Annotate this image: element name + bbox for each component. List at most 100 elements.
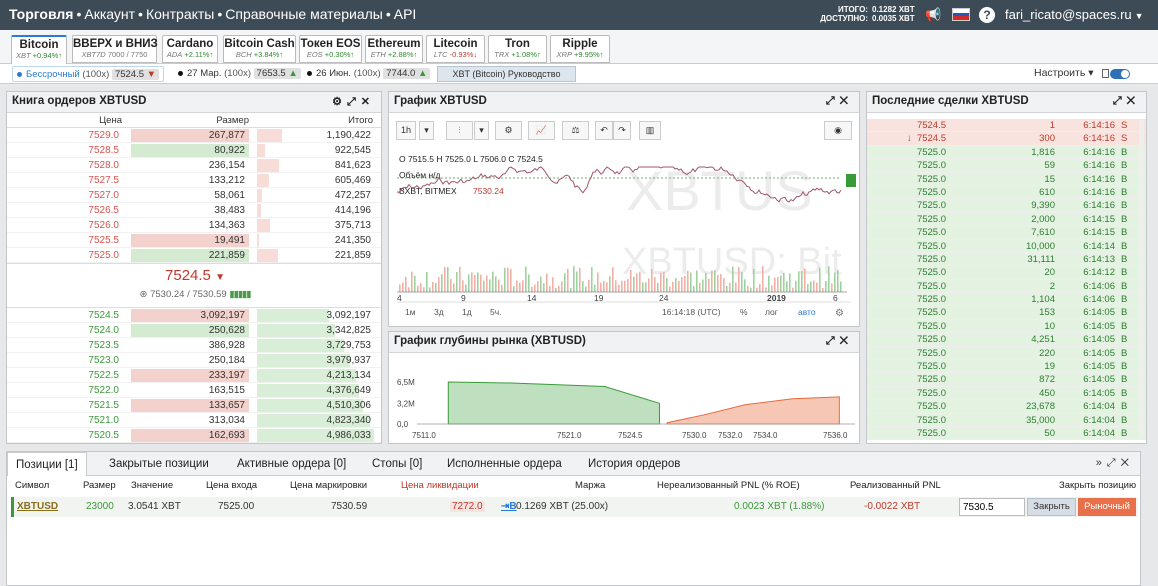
close-price-input[interactable] — [959, 498, 1025, 516]
market-close-button[interactable]: Рыночный — [1078, 498, 1136, 516]
panel-controls[interactable]: ⚙⤢✕ — [332, 95, 375, 109]
instrument-tab[interactable]: Cardano ADA +2.11%↑ — [162, 35, 218, 63]
contract-tab[interactable]: 27 Мар. (100x) 7653.5 ▲ — [174, 66, 305, 82]
instrument-change: XRP +9.95%↑ — [551, 50, 609, 59]
bid-row[interactable]: 7524.0 250,628 3,342,825 — [7, 323, 381, 338]
bid-row[interactable]: 7522.5 233,197 4,213,134 — [7, 368, 381, 383]
positions-col[interactable]: Реализованный PNL — [850, 480, 941, 491]
range-button[interactable]: 1м — [405, 307, 416, 317]
instrument-tab[interactable]: Bitcoin XBT +0.94%↑ — [11, 35, 67, 64]
bid-row[interactable]: 7520.5 162,693 4,986,033 — [7, 428, 381, 443]
positions-col[interactable]: Цена ликвидации — [401, 480, 479, 491]
opt-percent[interactable]: % — [740, 307, 748, 317]
ob-size: 221,859 — [208, 250, 245, 261]
positions-col[interactable]: Символ — [15, 480, 49, 491]
ask-row[interactable]: 7526.0 134,363 375,713 — [7, 218, 381, 233]
instrument-tab[interactable]: Bitcoin Cash BCH +3.84%↑ — [223, 35, 296, 63]
trade-side: B — [1121, 240, 1128, 252]
positions-tab[interactable]: История ордеров — [588, 452, 680, 476]
positions-col[interactable]: Размер — [83, 480, 116, 491]
position-symbol[interactable]: XBTUSD — [17, 501, 58, 512]
positions-tab[interactable]: Активные ордера [0] — [237, 452, 346, 476]
positions-tab[interactable]: Закрытые позиции — [109, 452, 209, 476]
megaphone-icon[interactable]: 📢 — [925, 7, 941, 23]
ask-row[interactable]: 7527.5 133,212 605,469 — [7, 173, 381, 188]
positions-col[interactable]: Нереализованный PNL (% ROE) — [657, 480, 800, 491]
panel-controls[interactable]: »⤢✕ — [1096, 457, 1134, 470]
panel-controls[interactable]: ⤢✕ — [1113, 95, 1140, 108]
instrument-tab[interactable]: Litecoin LTC -0.93%↓ — [426, 35, 485, 63]
nav-api[interactable]: API — [394, 6, 417, 22]
instrument-tab[interactable]: Токен EOS EOS +0.30%↑ — [299, 35, 362, 63]
range-buttons[interactable]: 1м 3д 1д 5ч. — [405, 307, 502, 317]
bid-row[interactable]: 7521.0 313,034 4,823,340 — [7, 413, 381, 428]
trade-row: 7525.0 23,678 6:14:04 B — [867, 400, 1146, 414]
positions-col[interactable]: Цена маркировки — [290, 480, 367, 491]
positions-col[interactable]: Цена входа — [206, 480, 257, 491]
nav-trade[interactable]: Торговля — [9, 6, 73, 22]
trade-time: 6:14:14 — [1083, 240, 1115, 252]
gear-icon[interactable]: ⚙ — [835, 308, 844, 319]
trade-row: 7525.0 9,390 6:14:16 B — [867, 199, 1146, 213]
ob-total: 375,713 — [334, 220, 371, 231]
help-icon[interactable]: ? — [979, 7, 995, 23]
ask-row[interactable]: 7527.0 58,061 472,257 — [7, 188, 381, 203]
ask-row[interactable]: 7529.0 267,877 1,190,422 — [7, 128, 381, 143]
positions-tab[interactable]: Позиции [1] — [7, 452, 87, 476]
opt-log[interactable]: лог — [765, 307, 778, 317]
instrument-tab[interactable]: Ethereum ETH +2.88%↑ — [365, 35, 423, 63]
ask-row[interactable]: 7528.0 236,154 841,623 — [7, 158, 381, 173]
trade-time: 6:14:05 — [1083, 320, 1115, 332]
instrument-symbol: XBT7D — [81, 50, 106, 59]
ask-row[interactable]: 7525.0 221,859 221,859 — [7, 248, 381, 263]
contract-name: 26 Июн. — [316, 68, 352, 79]
customize-menu[interactable]: Настроить ▾ — [1034, 67, 1094, 79]
range-button[interactable]: 5ч. — [490, 307, 502, 317]
margin-edit-icon[interactable]: ⇥B — [501, 501, 517, 512]
nav-sep: • — [217, 6, 223, 22]
trades-title: Последние сделки XBTUSD — [872, 95, 1029, 107]
bid-row[interactable]: 7523.0 250,184 3,979,937 — [7, 353, 381, 368]
guide-button[interactable]: XBT (Bitcoin) Руководство — [437, 66, 576, 82]
instrument-tab[interactable]: Ripple XRP +9.95%↑ — [550, 35, 610, 63]
volume-bar — [780, 275, 782, 292]
close-button[interactable]: Закрыть — [1027, 498, 1076, 516]
theme-toggle[interactable] — [1110, 69, 1130, 79]
volume-bar — [825, 281, 827, 292]
positions-tab[interactable]: Исполненные ордера — [447, 452, 562, 476]
volume-bar — [615, 280, 617, 292]
nav-account[interactable]: Аккаунт — [84, 6, 135, 22]
opt-auto[interactable]: авто — [798, 307, 816, 317]
price-chart-svg[interactable]: XBTUS XBTUSD: Bit O 7515.5 H 7525.0 L 75… — [389, 92, 861, 328]
positions-tab[interactable]: Стопы [0] — [372, 452, 422, 476]
bid-row[interactable]: 7524.5 3,092,197 3,092,197 — [7, 308, 381, 323]
range-button[interactable]: 3д — [434, 307, 444, 317]
bid-row[interactable]: 7523.5 386,928 3,729,753 — [7, 338, 381, 353]
instrument-tab[interactable]: Tron TRX +1.08%↑ — [488, 35, 547, 63]
depth-chart-svg[interactable]: 6,5M 3,2M 0,0 7511.0 7521.0 7524.5 7530.0 7532… — [389, 332, 861, 445]
contract-tab[interactable]: Бессрочный (100x) 7524.5 ▼ — [12, 66, 165, 82]
ob-size: 133,657 — [208, 400, 245, 411]
ask-row[interactable]: 7526.5 38,483 414,196 — [7, 203, 381, 218]
trade-price: 7525.0 — [916, 160, 946, 172]
user-menu[interactable]: fari_ricato@spaces.ru ▼ — [1005, 7, 1144, 22]
instrument-tab[interactable]: ВВЕРХ и ВНИЗ XBT7D 7000 / 7750 — [72, 35, 158, 63]
bid-row[interactable]: 7522.0 163,515 4,376,649 — [7, 383, 381, 398]
language-flag-icon[interactable] — [952, 8, 970, 21]
volume-bar — [675, 278, 677, 292]
range-button[interactable]: 1д — [462, 307, 472, 317]
bid-row[interactable]: 7521.5 133,657 4,510,306 — [7, 398, 381, 413]
layout-icon[interactable] — [1102, 69, 1109, 78]
nav-reference[interactable]: Справочные материалы — [225, 6, 383, 22]
positions-col[interactable]: Значение — [131, 480, 173, 491]
volume-bar — [591, 267, 593, 292]
trades-scrollbar[interactable] — [1139, 120, 1144, 438]
contract-tab[interactable]: 26 Июн. (100x) 7744.0 ▲ — [303, 66, 434, 82]
ask-row[interactable]: 7528.5 80,922 922,545 — [7, 143, 381, 158]
nav-contracts[interactable]: Контракты — [146, 6, 214, 22]
positions-col[interactable]: Маржа — [575, 480, 605, 491]
ask-row[interactable]: 7525.5 19,491 241,350 — [7, 233, 381, 248]
ob-size: 58,061 — [214, 190, 245, 201]
positions-col[interactable]: Закрыть позицию — [1059, 480, 1136, 491]
volume-bar — [555, 287, 557, 292]
